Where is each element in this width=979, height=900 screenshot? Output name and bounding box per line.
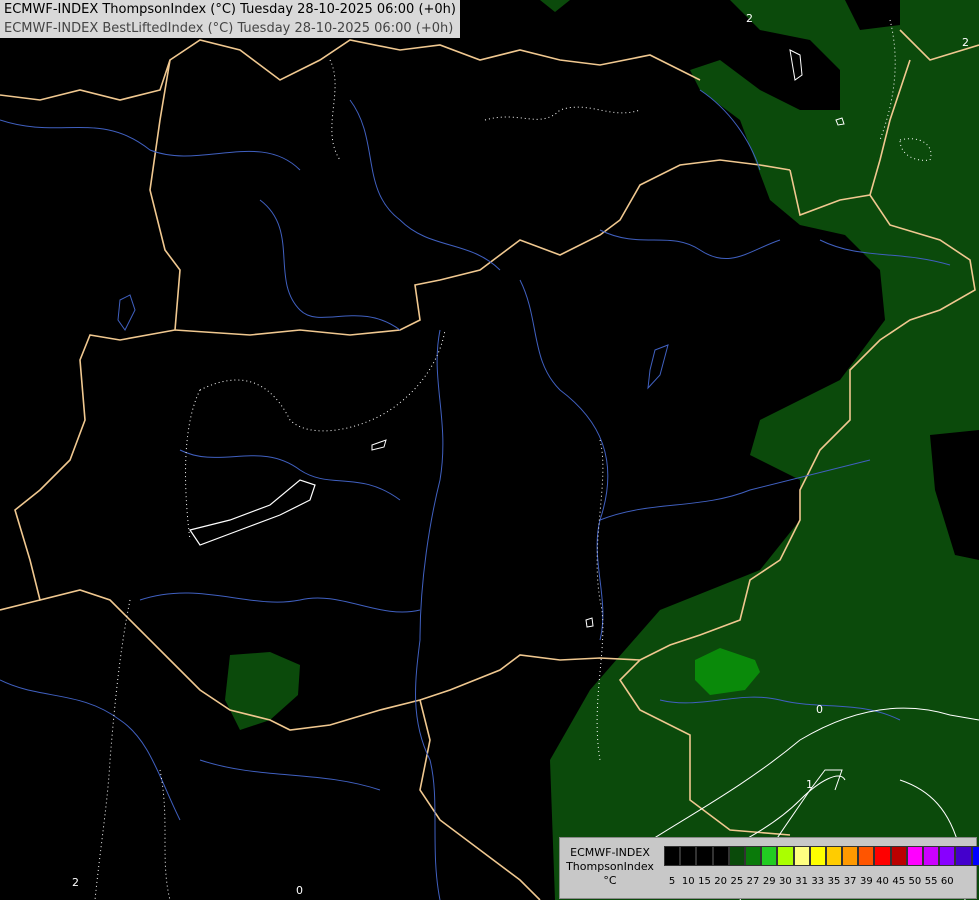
legend-tick-label: 45 bbox=[892, 876, 906, 887]
legend-swatch bbox=[793, 846, 810, 866]
legend-swatch bbox=[712, 846, 729, 866]
legend-title-line1: ECMWF-INDEX bbox=[570, 846, 650, 859]
legend-tick-label: 30 bbox=[779, 876, 792, 887]
legend-title-line3: °C bbox=[603, 874, 617, 887]
contour-label-bottom-1: 1 bbox=[806, 778, 813, 791]
legend-tick-label: 20 bbox=[714, 876, 728, 887]
legend-swatch bbox=[761, 846, 778, 866]
contour-label-top-right-a: 2 bbox=[746, 12, 753, 25]
legend-swatch bbox=[923, 846, 940, 866]
legend-swatch bbox=[664, 846, 681, 866]
contour-label-top-right-b: 2 bbox=[962, 36, 969, 49]
legend-tick-label: 27 bbox=[746, 876, 760, 887]
legend-tick-label: 29 bbox=[762, 876, 776, 887]
legend-swatch bbox=[744, 846, 762, 866]
legend-tick-label: 37 bbox=[843, 876, 857, 887]
contour-label-bottom-left-2: 2 bbox=[72, 876, 79, 889]
legend-swatches bbox=[664, 846, 979, 866]
header-title-lifted: ECMWF-INDEX BestLiftedIndex (°C) Tuesday… bbox=[4, 21, 454, 36]
legend-swatch bbox=[874, 846, 891, 866]
legend-tick-label: 55 bbox=[924, 876, 938, 887]
legend-swatch bbox=[777, 846, 794, 866]
legend-swatch bbox=[728, 846, 745, 866]
legend-tick-label: 31 bbox=[795, 876, 808, 887]
legend-tick-label: 5 bbox=[668, 876, 676, 887]
legend-swatch bbox=[971, 846, 979, 866]
legend-tick-label: 35 bbox=[827, 876, 841, 887]
weather-map: 2 2 0 0 1 2 bbox=[0, 0, 979, 900]
legend-swatch bbox=[890, 846, 907, 866]
legend-tick-label: 60 bbox=[940, 876, 954, 887]
contour-label-bottom-0a: 0 bbox=[816, 703, 823, 716]
legend-tick-label: 40 bbox=[876, 876, 889, 887]
legend-swatch bbox=[809, 846, 826, 866]
legend-swatch bbox=[858, 846, 875, 866]
legend-swatch bbox=[906, 846, 923, 866]
legend-tick-label: 25 bbox=[730, 876, 744, 887]
legend-title-line2: ThompsonIndex bbox=[566, 860, 654, 873]
legend-ticks: 5 10 15 20 25 27 29 30 31 33 35 37 39 40 45 50 55 60 bbox=[664, 876, 955, 887]
map-header: ECMWF-INDEX ThompsonIndex (°C) Tuesday 2… bbox=[0, 0, 460, 38]
legend-title: ECMWF-INDEX ThompsonIndex °C bbox=[564, 846, 656, 888]
legend-swatch bbox=[842, 846, 859, 866]
legend-tick-label: 33 bbox=[811, 876, 825, 887]
legend-swatch bbox=[680, 846, 697, 866]
contour-label-bottom-0b: 0 bbox=[296, 884, 303, 897]
legend-tick-label: 50 bbox=[908, 876, 922, 887]
color-legend: ECMWF-INDEX ThompsonIndex °C 5 10 15 20 25 27… bbox=[559, 837, 979, 899]
legend-swatch bbox=[939, 846, 956, 866]
legend-swatch bbox=[696, 846, 713, 866]
legend-swatch bbox=[955, 846, 972, 866]
legend-tick-label: 10 bbox=[681, 876, 695, 887]
legend-tick-label: 15 bbox=[698, 876, 711, 887]
legend-swatch bbox=[825, 846, 843, 866]
legend-tick-label: 39 bbox=[859, 876, 873, 887]
header-title-thompson: ECMWF-INDEX ThompsonIndex (°C) Tuesday 2… bbox=[4, 2, 456, 17]
